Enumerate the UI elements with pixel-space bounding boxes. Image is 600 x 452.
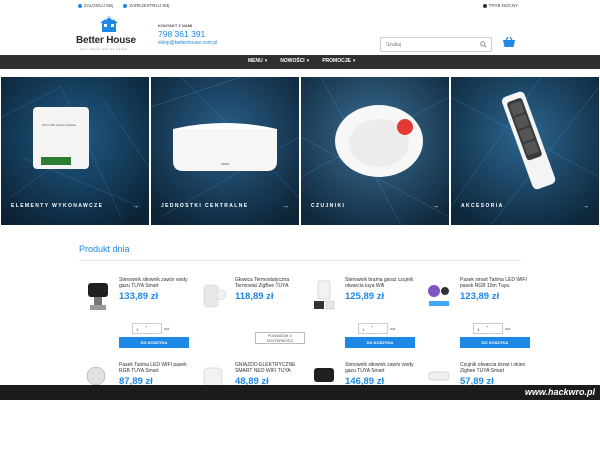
product-name[interactable]: Pasek smart Taśma LED WIFI pasek RGB 10m… [460, 277, 532, 289]
category-tile-actuators[interactable]: Wi-Fi+RF Curtain Module ELEMENTY WYKONAW… [1, 77, 149, 225]
search-icon[interactable] [480, 41, 487, 48]
chevron-down-icon: ▾ [264, 58, 268, 64]
product-image[interactable] [310, 277, 338, 311]
nav-item-menu[interactable]: MENU ▾ [248, 58, 267, 64]
section-title: Produkt dnia [79, 244, 130, 254]
nav-item-label: NOWOŚCI [280, 58, 305, 64]
moon-icon [482, 3, 487, 8]
product-price: 133,89 zł [119, 291, 159, 302]
tile-caption: AKCESORIA [461, 203, 504, 209]
arrow-right-icon: → [582, 203, 589, 210]
tile-caption: CZUJNIKI [311, 203, 346, 209]
divider [79, 260, 521, 261]
product-name[interactable]: Głowica Termostatyczna Termostat ZigBee … [235, 277, 307, 289]
arrow-right-icon: → [132, 203, 139, 210]
contact-block: KONTAKT Z NAMI 798 361 391 sklep@betterh… [158, 23, 217, 46]
product-card[interactable]: Pasek smart Taśma LED WIFI pasek RGB 10m… [425, 277, 533, 367]
top-bar: ZALOGUJ SIĘ ZAREJESTRUJ SIĘ TRYB NOCNY [0, 0, 600, 11]
contact-label: KONTAKT Z NAMI [158, 23, 193, 28]
night-mode-label: TRYB NOCNY [488, 3, 518, 8]
product-card[interactable]: Sterownik siłownik zawór wody gazu TUYA … [310, 362, 418, 452]
add-to-cart-button[interactable]: DO KOSZYKA [460, 337, 530, 348]
logo[interactable]: Better House your future will be better [76, 15, 146, 55]
product-name[interactable]: GNIAZDO ELEKTRYCZNE SMART NEO WIFI TUYA [235, 362, 307, 374]
register-icon [123, 3, 128, 8]
nav-item-label: MENU [248, 58, 263, 64]
logo-name: Better House [76, 35, 136, 46]
arrow-right-icon: → [282, 203, 289, 210]
user-icon [78, 3, 82, 8]
logo-tagline: your future will be better [80, 47, 128, 51]
arrow-right-icon: → [432, 203, 439, 210]
product-price: 123,89 zł [460, 291, 500, 302]
product-image[interactable] [200, 277, 228, 311]
product-image[interactable] [425, 277, 453, 311]
product-card[interactable]: Głowica Termostatyczna Termostat ZigBee … [200, 277, 308, 367]
product-name[interactable]: Czujnik otwarcia drzwi i okien Zigbee TU… [460, 362, 532, 374]
contact-phone[interactable]: 798 361 391 [158, 29, 217, 39]
quantity-unit: szt. [505, 326, 512, 331]
quantity-stepper[interactable]: 1 + - [358, 323, 388, 335]
watermark-text: www.hackwro.pl [524, 387, 595, 397]
contact-email[interactable]: sklep@betterhouse.com.pl [158, 40, 217, 46]
add-to-cart-button[interactable]: DO KOSZYKA [119, 337, 189, 348]
category-tile-sensors[interactable]: CZUJNIKI → [301, 77, 449, 225]
watermark-bar: www.hackwro.pl [0, 385, 600, 400]
basket-icon [503, 36, 515, 47]
nav-item-label: PROMOCJE [322, 58, 351, 64]
quantity-stepper[interactable]: 1 + - [132, 323, 162, 335]
tile-caption: JEDNOSTKI CENTRALNE [161, 203, 249, 209]
quantity-stepper[interactable]: 1 + - [473, 323, 503, 335]
chevron-down-icon: ▾ [352, 58, 356, 64]
quantity-unit: szt. [390, 326, 397, 331]
category-tile-accessories[interactable]: AKCESORIA → [451, 77, 599, 225]
site-header: Better House your future will be better … [0, 11, 600, 59]
product-image[interactable] [84, 277, 112, 311]
category-tile-hubs[interactable]: JEDNOSTKI CENTRALNE → [151, 77, 299, 225]
quantity-value: 1 [362, 327, 365, 332]
product-price: 125,89 zł [345, 291, 385, 302]
login-label: ZALOGUJ SIĘ [84, 3, 114, 8]
register-link[interactable]: ZAREJESTRUJ SIĘ [123, 3, 170, 8]
decrease-icon[interactable]: - [145, 330, 146, 335]
add-to-cart-button[interactable]: DO KOSZYKA [345, 337, 415, 348]
house-logo-icon [100, 16, 118, 32]
quantity-value: 1 [477, 327, 480, 332]
search-input[interactable] [386, 40, 476, 50]
product-card[interactable]: Sterownik brama garaż czujnik otwarcia t… [310, 277, 418, 367]
tile-caption: ELEMENTY WYKONAWCZE [11, 203, 104, 209]
decrease-icon[interactable]: - [486, 330, 487, 335]
quantity-value: 1 [136, 327, 139, 332]
decrease-icon[interactable]: - [371, 330, 372, 335]
quantity-unit: szt. [164, 326, 171, 331]
register-label: ZAREJESTRUJ SIĘ [129, 3, 170, 8]
category-banners: Wi-Fi+RF Curtain Module ELEMENTY WYKONAW… [0, 77, 600, 225]
product-name[interactable]: Sterownik siłownik zawór wody gazu TUYA … [119, 277, 191, 289]
increase-icon[interactable]: + [371, 324, 373, 329]
product-name[interactable]: Sterownik brama garaż czujnik otwarcia t… [345, 277, 417, 289]
product-name[interactable]: Pasek Taśma LED WIFI pasek RGB TUYA Smar… [119, 362, 191, 374]
product-card[interactable]: Pasek Taśma LED WIFI pasek RGB TUYA Smar… [84, 362, 192, 452]
night-mode-toggle[interactable]: TRYB NOCNY [482, 3, 518, 8]
nav-item-new[interactable]: NOWOŚCI ▾ [280, 58, 309, 64]
notify-availability-button[interactable]: POWIADOM O DOSTĘPNOŚCI [255, 332, 305, 344]
device-label: Wi-Fi+RF Curtain Module [42, 123, 76, 127]
chevron-down-icon: ▾ [306, 58, 310, 64]
increase-icon[interactable]: + [145, 324, 147, 329]
product-card[interactable]: Czujnik otwarcia drzwi i okien Zigbee TU… [425, 362, 533, 452]
increase-icon[interactable]: + [486, 324, 488, 329]
product-card[interactable]: Sterownik siłownik zawór wody gazu TUYA … [84, 277, 192, 367]
product-price: 118,89 zł [235, 291, 274, 302]
nav-item-promotions[interactable]: PROMOCJE ▾ [322, 58, 355, 64]
product-name[interactable]: Sterownik siłownik zawór wody gazu TUYA … [345, 362, 417, 374]
main-nav: MENU ▾ NOWOŚCI ▾ PROMOCJE ▾ [0, 55, 600, 69]
login-link[interactable]: ZALOGUJ SIĘ [78, 3, 113, 8]
search-box [380, 37, 492, 52]
product-card[interactable]: GNIAZDO ELEKTRYCZNE SMART NEO WIFI TUYA … [200, 362, 308, 452]
